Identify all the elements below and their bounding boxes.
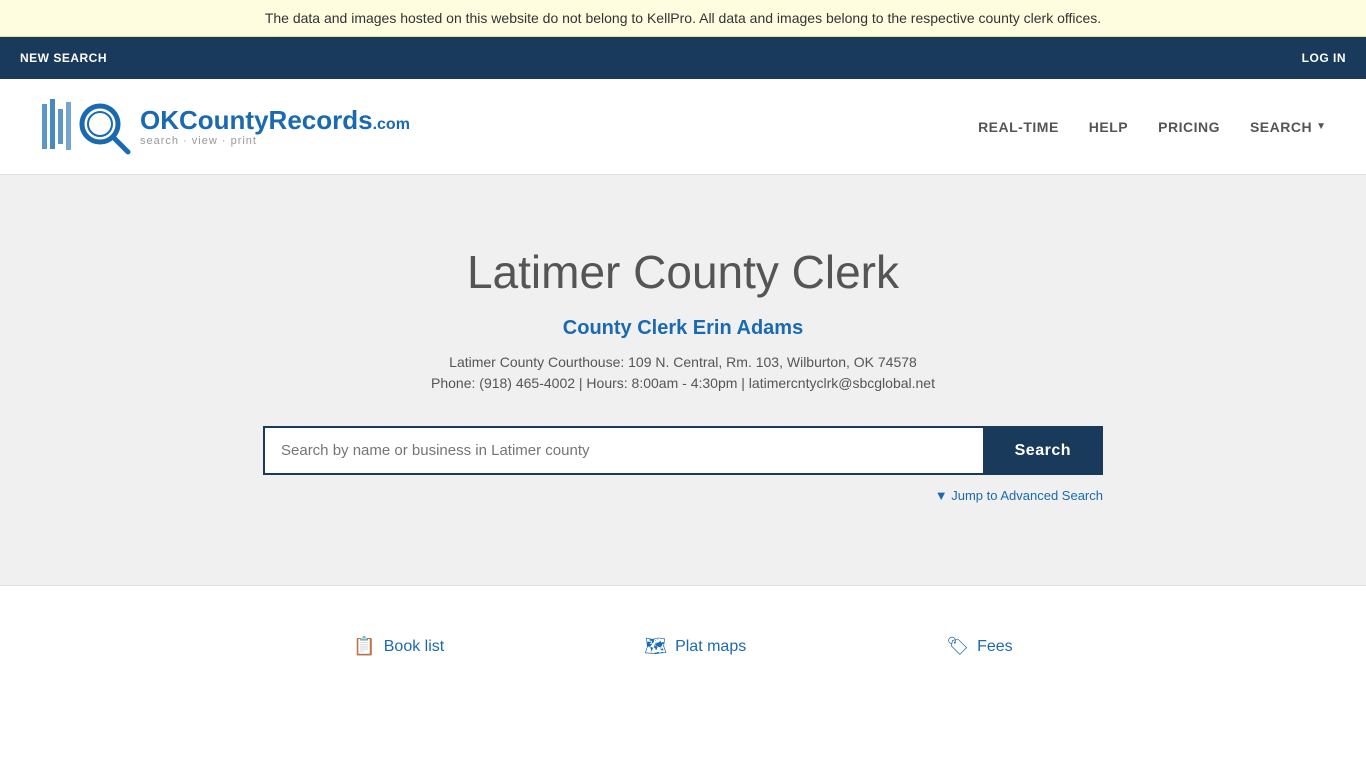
- chevron-down-icon: ▼: [1316, 121, 1326, 132]
- site-header: OKCountyRecords.com search · view · prin…: [0, 79, 1366, 175]
- footer-links: 📋 Book list 🗺 Plat maps 🏷 Fees: [0, 585, 1366, 707]
- fees-label: Fees: [977, 638, 1013, 656]
- nav-search-dropdown[interactable]: SEARCH ▼: [1250, 119, 1326, 135]
- nav-pricing[interactable]: PRICING: [1158, 119, 1220, 135]
- logo[interactable]: OKCountyRecords.com search · view · prin…: [40, 94, 410, 159]
- search-form: Search: [263, 426, 1103, 475]
- new-search-link[interactable]: NEW SEARCH: [20, 51, 107, 65]
- nav-help[interactable]: HELP: [1089, 119, 1128, 135]
- advanced-search-area: ▼ Jump to Advanced Search: [263, 487, 1103, 505]
- fees-icon: 🏷: [946, 636, 969, 657]
- logo-graphic: [40, 94, 135, 159]
- main-nav: REAL-TIME HELP PRICING SEARCH ▼: [978, 119, 1326, 135]
- logo-text: OKCountyRecords.com search · view · prin…: [140, 106, 410, 147]
- nav-realtime[interactable]: REAL-TIME: [978, 119, 1059, 135]
- top-nav: NEW SEARCH LOG IN: [0, 37, 1366, 79]
- logo-tld: .com: [373, 116, 410, 133]
- footer-fees[interactable]: 🏷 Fees: [946, 636, 1012, 657]
- footer-plat-maps[interactable]: 🗺 Plat maps: [644, 636, 746, 657]
- plat-maps-label: Plat maps: [675, 638, 746, 656]
- clerk-name: County Clerk Erin Adams: [20, 317, 1346, 340]
- address-text: Latimer County Courthouse: 109 N. Centra…: [20, 354, 1346, 370]
- advanced-search-link[interactable]: ▼ Jump to Advanced Search: [935, 488, 1103, 503]
- search-input[interactable]: [263, 426, 983, 475]
- plat-maps-icon: 🗺: [644, 636, 667, 657]
- banner-text: The data and images hosted on this websi…: [265, 10, 1101, 26]
- logo-tagline: search · view · print: [140, 135, 410, 147]
- book-list-icon: 📋: [353, 636, 375, 657]
- search-button[interactable]: Search: [983, 426, 1103, 475]
- footer-book-list[interactable]: 📋 Book list: [353, 636, 444, 657]
- logo-brand-rest: CountyRecords: [179, 105, 373, 135]
- page-title: Latimer County Clerk: [20, 245, 1346, 299]
- logo-brand-ok: OK: [140, 105, 179, 135]
- login-link[interactable]: LOG IN: [1302, 51, 1346, 65]
- hero-section: Latimer County Clerk County Clerk Erin A…: [0, 175, 1366, 585]
- book-list-label: Book list: [384, 638, 444, 656]
- contact-text: Phone: (918) 465-4002 | Hours: 8:00am - …: [20, 375, 1346, 391]
- nav-search-label: SEARCH: [1250, 119, 1312, 135]
- notice-banner: The data and images hosted on this websi…: [0, 0, 1366, 37]
